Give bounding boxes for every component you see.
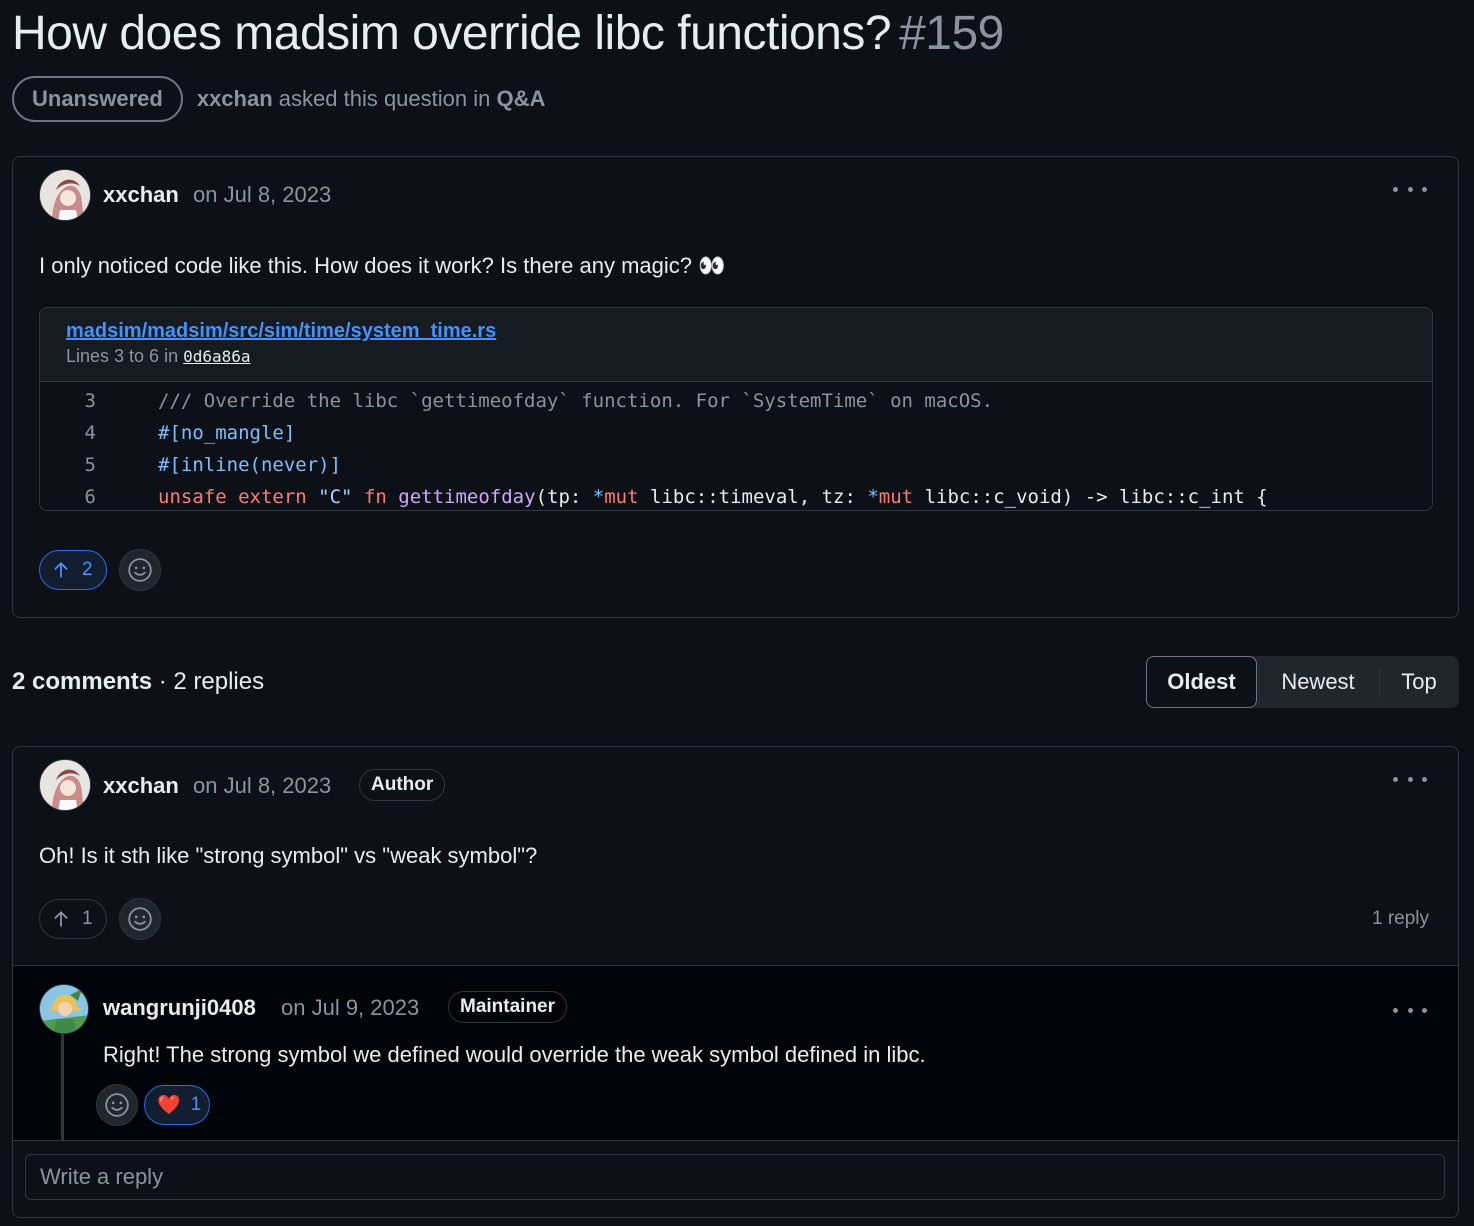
discussion-title-text: How does madsim override libc functions? [12,7,892,60]
avatar[interactable] [39,169,91,221]
maintainer-badge: Maintainer [448,991,568,1023]
add-reaction-button[interactable] [96,1084,138,1126]
author-name[interactable]: xxchan [103,773,179,799]
asked-text: asked this question in [278,86,491,111]
line-number: 4 [84,422,96,444]
code-embed: madsim/madsim/src/sim/time/system_time.r… [39,307,1433,511]
more-options-icon[interactable] [1393,179,1427,199]
reply-body: Right! The strong symbol we defined woul… [103,1042,926,1067]
author-badge: Author [359,769,446,801]
author-name[interactable]: xxchan [103,182,179,208]
question-box: xxchan on Jul 8, 2023 I only noticed cod… [12,156,1459,618]
upvote-button[interactable]: 2 [39,550,107,590]
discussion-title: How does madsim override libc functions?… [12,6,1004,61]
avatar-image-icon [40,760,90,810]
sort-segmented-control: Oldest Newest Top [1146,656,1459,708]
reaction-count: 1 [190,1094,202,1115]
reply-count-link[interactable]: 1 reply [1372,908,1429,930]
sort-option-top[interactable]: Top [1380,656,1458,708]
code-line: 3 /// Override the libc `gettimeofday` f… [40,386,1432,418]
asked-by-text: xxchan asked this question in Q&A [197,86,546,112]
line-number: 6 [84,486,96,508]
question-body: I only noticed code like this. How does … [39,253,726,278]
line-number: 3 [84,390,96,412]
code-embed-header: madsim/madsim/src/sim/time/system_time.r… [40,308,1432,382]
code-block: 3 /// Override the libc `gettimeofday` f… [40,382,1432,510]
avatar-image-icon [40,170,90,220]
code-line: 6 unsafe extern "C" fn gettimeofday(tp: … [40,482,1432,510]
comment-body: Oh! Is it sth like "strong symbol" vs "w… [39,843,538,868]
add-reaction-button[interactable] [119,898,161,940]
code-line: 4 #[no_mangle] [40,418,1432,450]
add-reaction-button[interactable] [119,549,161,591]
upvote-button[interactable]: 1 [39,899,107,939]
asker-link[interactable]: xxchan [197,86,273,111]
arrow-up-icon [54,911,68,927]
comments-separator: · [152,668,174,695]
avatar[interactable] [39,984,89,1034]
discussion-number: #159 [899,7,1004,60]
comment-box: xxchan on Jul 8, 2023 Author Oh! Is it s… [12,746,1459,1218]
avatar-image-icon [40,985,88,1033]
replies-count: 2 replies [173,668,265,695]
heart-emoji: ❤️ [157,1095,181,1116]
reply-footer [13,1140,1458,1217]
line-number: 5 [84,454,96,476]
upvote-count: 2 [82,559,93,580]
thread-line [61,1028,64,1140]
post-date[interactable]: on Jul 8, 2023 [193,773,331,799]
arrow-up-icon [54,562,68,578]
smiley-icon [128,907,152,931]
smiley-icon [128,558,152,582]
more-options-icon[interactable] [1393,769,1427,789]
post-date[interactable]: on Jul 8, 2023 [193,182,331,208]
category-link[interactable]: Q&A [496,86,545,111]
file-path-link[interactable]: madsim/madsim/src/sim/time/system_time.r… [66,320,496,343]
avatar[interactable] [39,759,91,811]
write-reply-input[interactable] [25,1154,1445,1200]
post-date[interactable]: on Jul 9, 2023 [281,995,419,1021]
code-line: 5 #[inline(never)] [40,450,1432,482]
sort-option-oldest[interactable]: Oldest [1146,656,1257,708]
line-range-label: Lines 3 to 6 in [66,346,179,366]
heart-reaction-button[interactable]: ❤️ 1 [144,1085,210,1125]
discussion-meta: Unanswered xxchan asked this question in… [12,76,545,122]
commit-sha-link[interactable]: 0d6a86a [183,347,250,366]
comments-count-heading: 2 comments · 2 replies [12,668,264,696]
smiley-icon [105,1093,129,1117]
comments-count: 2 comments [12,668,153,695]
upvote-count: 1 [82,908,93,929]
sort-option-newest[interactable]: Newest [1257,656,1379,708]
line-range-text: Lines 3 to 6 in 0d6a86a [66,346,251,367]
more-options-icon[interactable] [1393,1000,1427,1020]
reply-thread: wangrunji0408 on Jul 9, 2023 Maintainer … [13,965,1458,1140]
author-name[interactable]: wangrunji0408 [103,995,256,1021]
state-badge: Unanswered [12,76,183,122]
